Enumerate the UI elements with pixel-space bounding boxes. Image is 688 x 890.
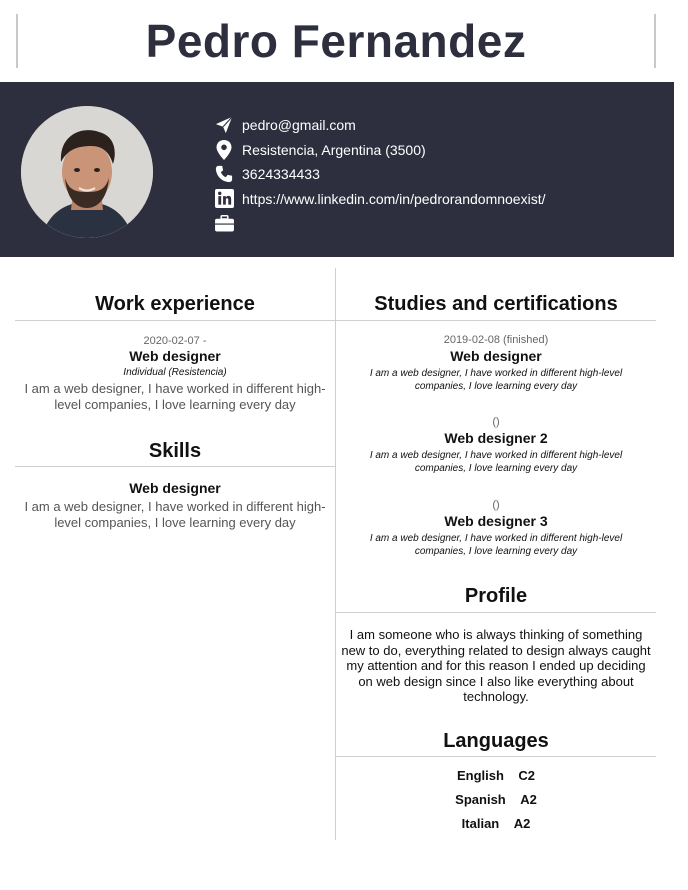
- study-description: I am a web designer, I have worked in di…: [369, 533, 623, 557]
- work-place: Individual (Resistencia): [123, 367, 227, 378]
- contact-email[interactable]: pedro@gmail.com: [214, 113, 545, 138]
- skill-description: I am a web designer, I have worked in di…: [24, 499, 326, 530]
- phone-text[interactable]: 3624334433: [242, 166, 320, 182]
- profile-text: I am someone who is always thinking of s…: [341, 627, 651, 704]
- work-entry: 2020-02-07 - Web designer Individual (Re…: [15, 334, 335, 413]
- map-pin-icon: [214, 139, 234, 160]
- skill-entry: Web designer I am a web designer, I have…: [15, 480, 335, 531]
- contact-linkedin[interactable]: https://www.linkedin.com/in/pedrorandomn…: [214, 187, 545, 212]
- paper-plane-icon: [214, 115, 234, 135]
- language-name: English: [456, 768, 504, 783]
- contact-location: Resistencia, Argentina (3500): [214, 138, 545, 163]
- work-experience-title: Work experience: [95, 293, 255, 315]
- column-divider: [335, 268, 336, 840]
- language-level: A2: [513, 816, 531, 831]
- study-date: 2019-02-08 (finished): [443, 334, 549, 346]
- language-level: A2: [520, 792, 537, 807]
- languages-title: Languages: [443, 730, 549, 752]
- language-name: Italian: [461, 816, 500, 831]
- contact-portfolio[interactable]: [214, 211, 545, 236]
- study-name: Web designer: [450, 348, 542, 364]
- language-row: Italian A2: [336, 816, 656, 831]
- avatar: [21, 106, 153, 238]
- languages-divider: [336, 756, 656, 757]
- linkedin-text[interactable]: https://www.linkedin.com/in/pedrorandomn…: [242, 191, 545, 207]
- studies-divider: [336, 320, 656, 321]
- work-description: I am a web designer, I have worked in di…: [24, 381, 326, 412]
- skill-name: Web designer: [129, 480, 221, 496]
- linkedin-icon: [214, 189, 234, 209]
- phone-icon: [214, 164, 234, 184]
- study-entry: 2019-02-08 (finished) Web designer I am …: [346, 333, 646, 393]
- location-text: Resistencia, Argentina (3500): [242, 141, 426, 158]
- contact-list: pedro@gmail.com Resistencia, Argentina (…: [214, 113, 545, 236]
- profile-title: Profile: [464, 585, 528, 607]
- briefcase-icon: [214, 213, 234, 233]
- study-entry: () Web designer 2 I am a web designer, I…: [346, 415, 646, 475]
- profile-divider: [336, 612, 656, 613]
- study-entry: () Web designer 3 I am a web designer, I…: [346, 498, 646, 558]
- language-level: C2: [518, 768, 536, 783]
- study-name: Web designer 3: [444, 513, 548, 529]
- study-name: Web designer 2: [444, 430, 548, 446]
- study-description: I am a web designer, I have worked in di…: [369, 368, 623, 392]
- contact-phone[interactable]: 3624334433: [214, 162, 545, 187]
- language-name: Spanish: [455, 792, 506, 807]
- email-text[interactable]: pedro@gmail.com: [242, 117, 356, 133]
- work-date: 2020-02-07 -: [143, 335, 207, 347]
- studies-title: Studies and certifications: [374, 293, 618, 315]
- language-row: Spanish A2: [336, 792, 656, 807]
- page-title: Pedro Fernandez: [145, 15, 527, 67]
- skills-title: Skills: [148, 440, 202, 462]
- study-date: (): [492, 499, 500, 511]
- skills-divider: [15, 466, 335, 467]
- study-description: I am a web designer, I have worked in di…: [369, 450, 623, 474]
- work-divider: [15, 320, 335, 321]
- study-date: (): [492, 416, 500, 428]
- work-role: Web designer: [129, 348, 221, 364]
- language-row: English C2: [336, 768, 656, 783]
- name-header: Pedro Fernandez: [16, 14, 656, 68]
